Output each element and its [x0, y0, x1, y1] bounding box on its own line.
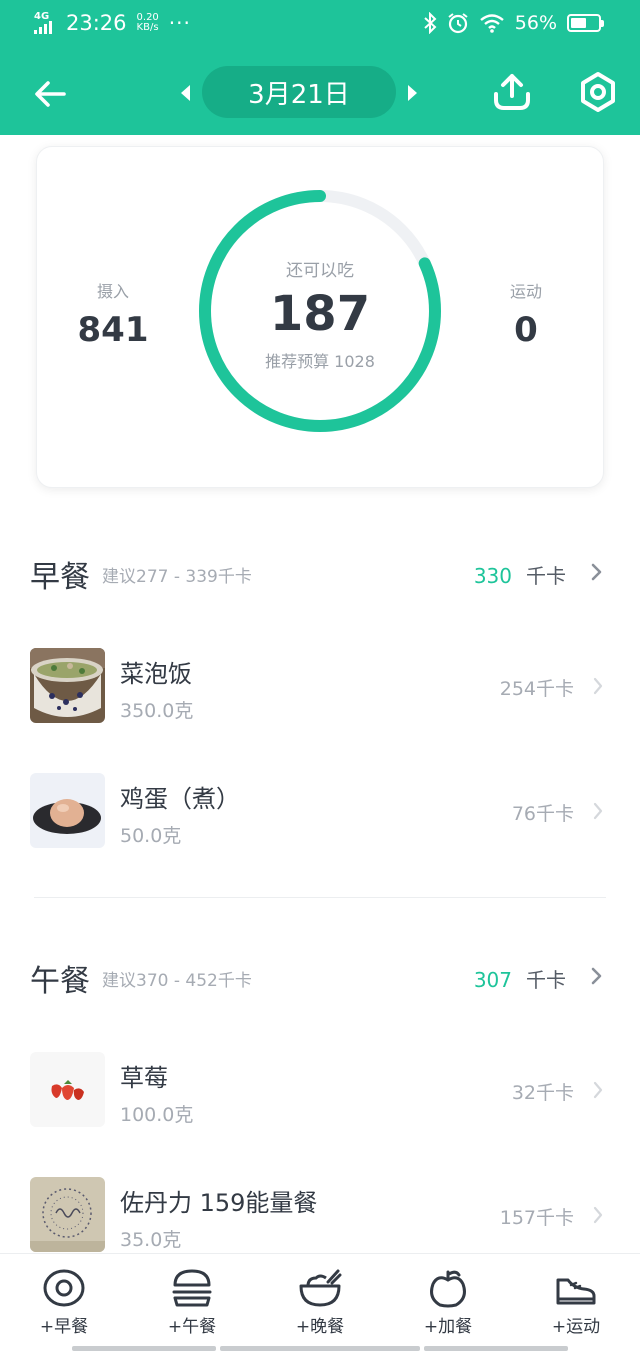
- food-quantity: 350.0克: [120, 700, 194, 722]
- food-quantity: 50.0克: [120, 825, 182, 847]
- remaining-value: 187: [269, 286, 371, 342]
- food-calories: 157千卡: [499, 1207, 574, 1229]
- food-item[interactable]: 鸡蛋（煮） 50.0克 76千卡: [30, 773, 610, 853]
- meal-title: 午餐: [30, 964, 90, 999]
- meal-calories: 307 千卡: [473, 968, 566, 992]
- exercise-label: 运动: [509, 282, 542, 301]
- clock: 23:26: [66, 11, 127, 35]
- more-notifications: ···: [168, 11, 191, 35]
- settings-icon[interactable]: [576, 70, 620, 114]
- chevron-right-icon: [593, 677, 603, 695]
- add-snack-button[interactable]: +加餐: [398, 1268, 498, 1337]
- chevron-right-icon: [593, 802, 603, 820]
- prev-day-icon[interactable]: [176, 82, 196, 104]
- bottom-add-bar: +早餐 +午餐 +晚餐 +加餐 +运动: [0, 1253, 640, 1351]
- food-quantity: 100.0克: [120, 1104, 194, 1126]
- nav-label: +运动: [551, 1317, 601, 1337]
- back-arrow-icon[interactable]: [30, 74, 70, 114]
- meal-header-breakfast[interactable]: 早餐 建议277 - 339千卡 330 千卡: [30, 550, 610, 595]
- food-name: 草莓: [120, 1064, 168, 1092]
- add-dinner-button[interactable]: +晚餐: [270, 1268, 370, 1337]
- meal-header-lunch[interactable]: 午餐 建议370 - 452千卡 307 千卡: [30, 954, 610, 999]
- nav-label: +早餐: [39, 1317, 89, 1337]
- meal-title: 早餐: [30, 560, 90, 595]
- chevron-right-icon: [593, 1081, 603, 1099]
- battery-percent: 56%: [514, 12, 557, 34]
- nav-label: +午餐: [167, 1317, 217, 1337]
- sneaker-icon: [556, 1278, 596, 1305]
- system-nav-indicator: [424, 1346, 568, 1351]
- chevron-right-icon: [591, 563, 602, 581]
- nav-label: +晚餐: [295, 1317, 345, 1337]
- wifi-icon: [480, 14, 504, 33]
- meal-suggestion: 建议370 - 452千卡: [102, 971, 252, 991]
- food-calories: 254千卡: [499, 678, 574, 700]
- food-item[interactable]: 菜泡饭 350.0克 254千卡: [30, 648, 610, 728]
- signal-icon: 4G: [34, 12, 60, 34]
- add-lunch-button[interactable]: +午餐: [142, 1268, 242, 1337]
- remaining-calories: 还可以吃 187 推荐预算 1028: [197, 188, 443, 434]
- meal-suggestion: 建议277 - 339千卡: [102, 567, 252, 587]
- chevron-right-icon: [593, 1206, 603, 1224]
- meal-divider: [34, 897, 606, 898]
- food-item[interactable]: 草莓 100.0克 32千卡: [30, 1052, 610, 1132]
- intake-value: 841: [77, 310, 149, 350]
- food-quantity: 35.0克: [120, 1229, 182, 1251]
- food-thumbnail-vegetable-rice: [30, 648, 105, 723]
- alarm-icon: [448, 13, 468, 34]
- intake-stat: 摄入 841: [53, 278, 173, 350]
- next-day-icon[interactable]: [402, 82, 422, 104]
- add-breakfast-button[interactable]: +早餐: [14, 1268, 114, 1337]
- bluetooth-icon: [424, 12, 437, 34]
- budget-label: 推荐预算 1028: [265, 352, 375, 371]
- apple-icon: [430, 1270, 466, 1308]
- exercise-value: 0: [514, 310, 538, 350]
- net-speed: 0.20 KB/s: [136, 12, 159, 33]
- add-exercise-button[interactable]: +运动: [526, 1268, 626, 1337]
- intake-label: 摄入: [96, 282, 129, 301]
- food-name: 佐丹力 159能量餐: [120, 1189, 318, 1217]
- chevron-right-icon: [591, 967, 602, 985]
- food-thumbnail-strawberry: [30, 1052, 105, 1127]
- share-upload-icon[interactable]: [490, 70, 534, 114]
- current-date: 3月21日: [248, 79, 350, 110]
- meal-calories: 330 千卡: [473, 564, 566, 588]
- food-thumbnail-meal-replacement: [30, 1177, 105, 1252]
- system-nav-indicator: [220, 1346, 420, 1351]
- food-calories: 76千卡: [511, 803, 574, 825]
- food-name: 鸡蛋（煮）: [120, 785, 240, 813]
- exercise-stat: 运动 0: [466, 278, 586, 350]
- status-left: 4G 23:26 0.20 KB/s ···: [34, 11, 191, 35]
- food-calories: 32千卡: [511, 1082, 574, 1104]
- burger-icon: [172, 1269, 212, 1307]
- food-name: 菜泡饭: [120, 660, 192, 688]
- status-right: 56%: [423, 12, 604, 34]
- food-thumbnail-boiled-egg: [30, 773, 105, 848]
- egg-icon: [43, 1269, 85, 1307]
- status-bar: 4G 23:26 0.20 KB/s ··· 56%: [0, 0, 640, 52]
- nav-label: +加餐: [423, 1317, 473, 1337]
- date-selector[interactable]: 3月21日: [202, 66, 396, 118]
- top-bar: 4G 23:26 0.20 KB/s ··· 56% 3月21日: [0, 0, 640, 135]
- battery-icon: [567, 14, 604, 32]
- remaining-label: 还可以吃: [286, 261, 354, 281]
- system-nav-indicator: [72, 1346, 216, 1351]
- food-item[interactable]: 佐丹力 159能量餐 35.0克 157千卡: [30, 1177, 610, 1257]
- bowl-icon: [299, 1269, 342, 1307]
- diet-log-screen: 4G 23:26 0.20 KB/s ··· 56% 3月21日 摄入 841 …: [0, 0, 640, 1351]
